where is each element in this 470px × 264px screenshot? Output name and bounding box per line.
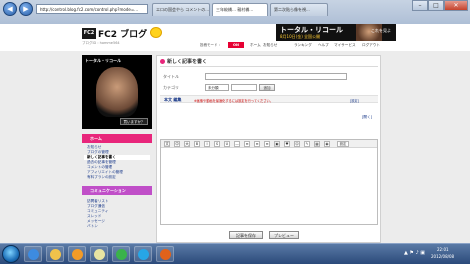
pencil-icon [160,59,165,64]
skype-icon-glyph [138,249,149,260]
forward-button[interactable]: ▶ [19,2,33,16]
body-textarea[interactable] [161,148,377,224]
divider [160,66,378,67]
explorer-icon-glyph [50,249,61,260]
firefox-icon[interactable] [156,246,174,262]
tab-3[interactable]: 第二次貼ら像を視... [270,3,328,16]
taskbar: ▲ ⚑ ♪ ▣ 22:01 2012/08/08 [0,243,470,264]
home-link[interactable]: ホーム [250,43,261,48]
pencil-icon[interactable]: ✎ [304,141,310,147]
align-center-icon[interactable]: ≡ [254,141,260,147]
page: FC2 FC2 ブログ ブログID : homme564 トータル・リコール 8… [0,24,470,243]
save-button[interactable]: 記事を保存 [229,231,263,239]
title-input[interactable] [205,73,347,80]
sidebar-heading-community[interactable]: コミュニケーション [82,186,152,195]
media-icon[interactable] [68,246,86,262]
sidebar: トータル・リコール 買いますか？ ホーム お知らせ ブログの管理 新しく記事を書… [82,55,152,243]
sidebar-ad-button[interactable]: 買いますか？ [120,118,148,125]
explorer-icon[interactable] [46,246,64,262]
ad-subtitle: 8月10日(金) 全国公開 [280,34,321,39]
ranking-link[interactable]: ランキング [294,43,312,48]
firefox-icon-glyph [160,249,171,260]
editor-panel: 新しく記事を書く タイトル カテゴリ 未分類 追加 本文 編集 ※画像や動画を最… [156,55,381,243]
clock-date[interactable]: 2012/08/08 [431,254,454,259]
toolbar-settings-button[interactable]: 設定 [337,141,349,147]
logo-text[interactable]: FC2 ブログ [98,27,147,40]
editor-toolbar: 文中大 B I S U — ≡ ≡ ≡ ▣ ♥ ☺ ✎ ▦ ◉ 設定 [161,140,377,148]
chat-icon[interactable] [112,246,130,262]
chat-icon-glyph [116,249,127,260]
ad-banner[interactable]: トータル・リコール 8月10日(金) 全国公開 これを見よ [276,24,396,41]
ie-icon[interactable] [24,246,42,262]
sidebar-ad[interactable]: トータル・リコール 買いますか？ [82,55,152,129]
medium-text-icon[interactable]: 中 [174,141,180,147]
bold-icon[interactable]: B [194,141,200,147]
sidebar-ad-title: トータル・リコール [85,58,121,63]
body-editor: 文中大 B I S U — ≡ ≡ ≡ ▣ ♥ ☺ ✎ ▦ ◉ 設定 [160,139,378,225]
sidebar-ad-photo [96,67,138,117]
start-button[interactable] [2,245,20,263]
close-button[interactable]: ✕ [444,0,468,11]
fc2-logo-badge[interactable]: FC2 [82,28,96,39]
tab-1[interactable]: エロの国会やら コメントの... [152,3,210,16]
large-text-icon[interactable]: 大 [184,141,190,147]
right-margin [384,51,470,243]
security-icon-glyph [94,249,105,260]
ad-tag: これを見よ [371,28,391,33]
preview-button[interactable]: プレビュー [269,231,299,239]
heart-icon[interactable]: ♥ [284,141,290,147]
align-right-icon[interactable]: ≡ [264,141,270,147]
system-tray[interactable]: ▲ ⚑ ♪ ▣ [404,250,425,256]
page-title: 新しく記事を書く [167,59,208,65]
sidebar-heading-home[interactable]: ホーム [82,134,152,143]
rule-icon[interactable]: — [234,141,240,147]
minimize-button[interactable]: – [412,0,428,11]
strike-icon[interactable]: S [214,141,220,147]
notice-link[interactable]: お知らせ [263,43,277,48]
tab-2[interactable]: 三年較橋… 親村橋… [212,3,268,16]
category-label: カテゴリ [163,85,179,90]
logout-link[interactable]: ログアウト [362,43,380,48]
emoji-icon[interactable]: ☺ [294,141,300,147]
body-header: 本文 編集 ※画像や動画を最適化するには設定を行ってください。 [設定] [160,95,378,103]
title-label: タイトル [163,74,179,79]
underline-icon[interactable]: U [224,141,230,147]
header: FC2 FC2 ブログ ブログID : homme564 トータル・リコール 8… [0,24,470,51]
table-icon[interactable]: ▦ [314,141,320,147]
new-category-input[interactable] [231,84,257,91]
italic-icon[interactable]: I [204,141,210,147]
body-label: 本文 編集 [164,97,182,102]
address-bar[interactable]: http://control.blog.fc2.com/control.php?… [36,4,148,14]
blog-id: ブログID : homme564 [82,41,120,45]
add-category-button[interactable]: 追加 [259,84,275,91]
clock-time[interactable]: 22:01 [437,247,449,252]
post-mode-label: 投稿モード : [200,43,220,47]
chick-icon [150,27,162,38]
security-icon[interactable] [90,246,108,262]
body-note: ※画像や動画を最適化するには設定を行ってください。 [194,98,273,103]
media-icon-glyph [72,249,83,260]
expand-link[interactable]: [開く] [362,115,372,120]
category-select[interactable]: 未分類 [205,84,229,91]
image-icon[interactable]: ▣ [274,141,280,147]
sidebar-item-paid-plan[interactable]: 有料プランの設定 [84,175,150,180]
small-text-icon[interactable]: 文 [164,141,170,147]
post-mode-badge[interactable]: ON [228,42,244,48]
sidebar-community-list: 訪問者リスト ブログ通信 コミュニティ スレッド メッセージ バトン [84,199,150,229]
settings-link[interactable]: [設定] [350,98,359,103]
sidebar-item-button[interactable]: バトン [84,224,150,229]
maximize-button[interactable]: □ [428,0,444,11]
browser-chrome: ◀ ▶ http://control.blog.fc2.com/control.… [0,0,470,24]
sidebar-home-list: お知らせ ブログの管理 新しく記事を書く 過去の記事を管理 コメントの管理 アフ… [84,145,150,180]
ie-icon-glyph [28,249,39,260]
back-button[interactable]: ◀ [3,2,17,16]
myservice-link[interactable]: マイサービス [334,43,356,48]
skype-icon[interactable] [134,246,152,262]
align-left-icon[interactable]: ≡ [244,141,250,147]
help-link[interactable]: ヘルプ [318,43,329,48]
color-icon[interactable]: ◉ [324,141,330,147]
